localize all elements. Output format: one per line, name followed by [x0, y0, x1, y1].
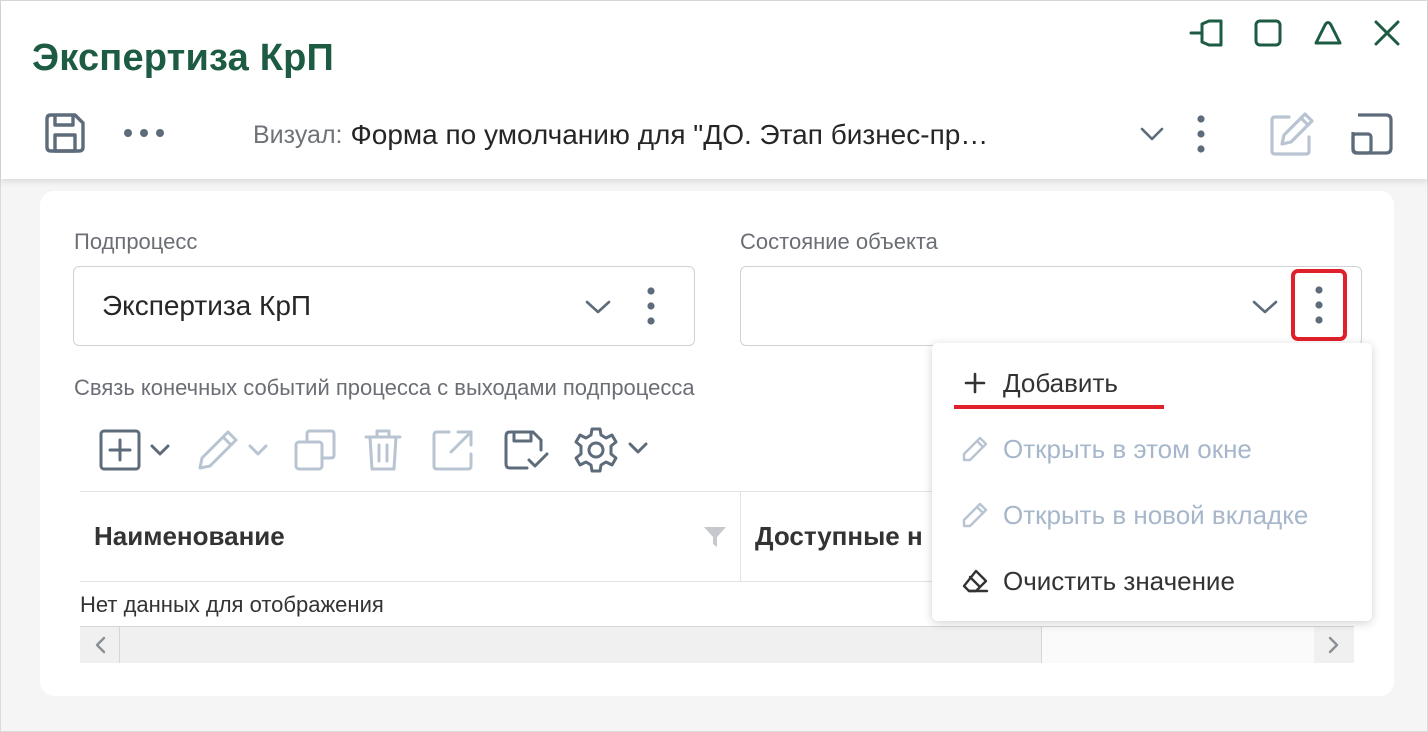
- pin-icon[interactable]: [1187, 13, 1227, 53]
- close-icon[interactable]: [1367, 13, 1407, 53]
- horizontal-scrollbar[interactable]: [80, 626, 1354, 663]
- column-header-name[interactable]: Наименование: [80, 492, 741, 582]
- menu-item-open-new-tab[interactable]: Открыть в новой вкладке: [932, 484, 1372, 546]
- highlight-underline: [954, 405, 1164, 409]
- section-label: Связь конечных событий процесса с выхода…: [74, 375, 695, 400]
- menu-item-open-new-tab-label: Открыть в новой вкладке: [1003, 499, 1309, 530]
- menu-item-add-label: Добавить: [1003, 367, 1118, 398]
- subprocess-value: Экспертиза КрП: [102, 290, 312, 321]
- visual-label: Визуал:: [253, 120, 343, 149]
- menu-item-add[interactable]: Добавить: [932, 352, 1372, 414]
- menu-item-open-here-label: Открыть в этом окне: [1003, 433, 1252, 464]
- add-row-icon[interactable]: [96, 427, 176, 473]
- column-header-name-label: Наименование: [94, 521, 285, 551]
- visual-selector[interactable]: Визуал: Форма по умолчанию для "ДО. Этап…: [253, 113, 1133, 157]
- more-vertical-icon[interactable]: [1187, 111, 1215, 157]
- scroll-left-icon[interactable]: [80, 627, 120, 663]
- more-vertical-icon[interactable]: [1291, 269, 1347, 341]
- object-state-label: Состояние объекта: [740, 229, 938, 254]
- edit-form-icon[interactable]: [1267, 109, 1317, 159]
- plus-icon: [960, 368, 990, 398]
- subprocess-label: Подпроцесс: [74, 229, 198, 254]
- copy-icon[interactable]: [292, 427, 338, 473]
- chevron-down-icon[interactable]: [582, 291, 614, 323]
- column-header-available-label: Доступные н: [755, 521, 923, 551]
- chevron-down-icon[interactable]: [1249, 291, 1281, 323]
- window-title: Экспертиза КрП: [32, 37, 335, 79]
- filter-icon[interactable]: [702, 524, 728, 550]
- pencil-icon: [960, 434, 990, 464]
- edit-row-icon[interactable]: [194, 427, 274, 473]
- scroll-right-icon[interactable]: [1314, 627, 1354, 663]
- chevron-down-icon[interactable]: [1137, 119, 1167, 149]
- collapse-icon[interactable]: [1308, 13, 1348, 53]
- menu-item-clear-label: Очистить значение: [1003, 565, 1235, 596]
- more-vertical-icon[interactable]: [638, 283, 664, 329]
- save-icon[interactable]: [41, 109, 89, 157]
- more-horizontal-icon[interactable]: [119, 117, 169, 149]
- window-header: Экспертиза КрП Визуал: Форма по умолчани…: [1, 1, 1427, 179]
- scroll-track-empty: [1042, 627, 1314, 663]
- subprocess-field[interactable]: Экспертиза КрП: [73, 266, 695, 346]
- settings-gear-icon[interactable]: [570, 425, 654, 475]
- pencil-icon: [960, 500, 990, 530]
- trash-icon[interactable]: [360, 427, 406, 473]
- open-external-icon[interactable]: [430, 427, 476, 473]
- menu-item-open-here[interactable]: Открыть в этом окне: [932, 418, 1372, 480]
- object-state-field[interactable]: [740, 266, 1362, 346]
- no-data-text: Нет данных для отображения: [80, 592, 384, 617]
- save-check-icon[interactable]: [502, 427, 552, 473]
- context-menu: Добавить Открыть в этом окне Открыть в н…: [932, 343, 1372, 621]
- visual-value: Форма по умолчанию для "ДО. Этап бизнес-…: [350, 119, 989, 150]
- layout-icon[interactable]: [1347, 109, 1397, 159]
- eraser-icon: [960, 566, 990, 596]
- maximize-icon[interactable]: [1248, 13, 1288, 53]
- menu-item-clear[interactable]: Очистить значение: [932, 550, 1372, 612]
